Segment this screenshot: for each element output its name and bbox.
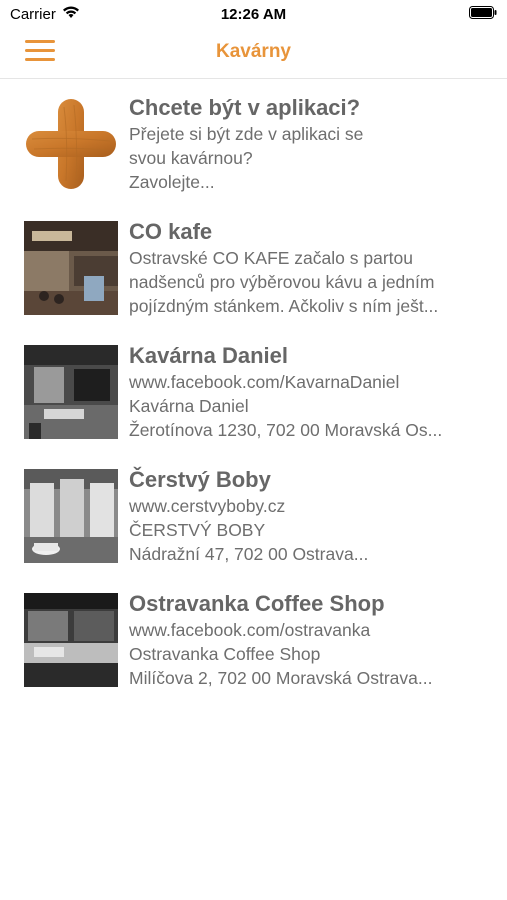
list-item[interactable]: Chcete být v aplikaci? Přejete si být zd…: [0, 79, 507, 203]
cafe-list: Chcete být v aplikaci? Přejete si být zd…: [0, 79, 507, 699]
item-title: CO kafe: [129, 219, 213, 244]
cafe-interior-photo: [24, 221, 118, 315]
item-title: Kavárna Daniel: [129, 343, 288, 368]
item-line: www.cerstvyboby.cz: [129, 496, 286, 516]
item-line: nadšenců pro výběrovou kávu a jedním: [129, 272, 435, 292]
status-bar: Carrier 12:26 AM: [0, 0, 507, 28]
item-line: Kavárna Daniel: [129, 396, 249, 416]
status-time: 12:26 AM: [220, 6, 287, 23]
list-item[interactable]: Ostravanka Coffee Shop www.facebook.com/…: [0, 575, 507, 699]
item-line: ČERSTVÝ BOBY: [129, 520, 266, 540]
item-title: Chcete být v aplikaci?: [129, 95, 361, 120]
item-line: Nádražní 47, 702 00 Ostrava...: [129, 544, 369, 564]
item-line: Žerotínova 1230, 702 00 Moravská Os...: [129, 420, 443, 440]
coffee-shop-counter-photo: [24, 593, 118, 687]
list-item[interactable]: Čerstvý Boby www.cerstvyboby.cz ČERSTVÝ …: [0, 451, 507, 575]
item-line: www.facebook.com/KavarnaDaniel: [129, 372, 400, 392]
item-line: Zavolejte...: [129, 172, 215, 192]
item-title: Ostravanka Coffee Shop: [129, 591, 385, 616]
item-line: Přejete si být zde v aplikaci se: [129, 124, 364, 144]
list-item[interactable]: Kavárna Daniel www.facebook.com/KavarnaD…: [0, 327, 507, 451]
item-line: Ostravské CO KAFE začalo s partou: [129, 248, 413, 268]
battery-icon: [469, 6, 497, 23]
item-line: svou kavárnou?: [129, 148, 253, 168]
item-line: www.facebook.com/ostravanka: [129, 620, 371, 640]
item-line: Milíčova 2, 702 00 Moravská Ostrava...: [129, 668, 433, 688]
coffee-bags-photo: [24, 469, 118, 563]
wooden-plus-icon: [24, 97, 118, 191]
navigation-bar: Kavárny: [0, 28, 507, 79]
item-line: Ostravanka Coffee Shop: [129, 644, 321, 664]
item-title: Čerstvý Boby: [129, 467, 271, 492]
item-line: pojízdným stánkem. Ačkoliv s ním ješt...: [129, 296, 439, 316]
page-title: Kavárny: [216, 41, 291, 62]
list-item[interactable]: CO kafe Ostravské CO KAFE začalo s parto…: [0, 203, 507, 327]
cafe-bw-photo: [24, 345, 118, 439]
